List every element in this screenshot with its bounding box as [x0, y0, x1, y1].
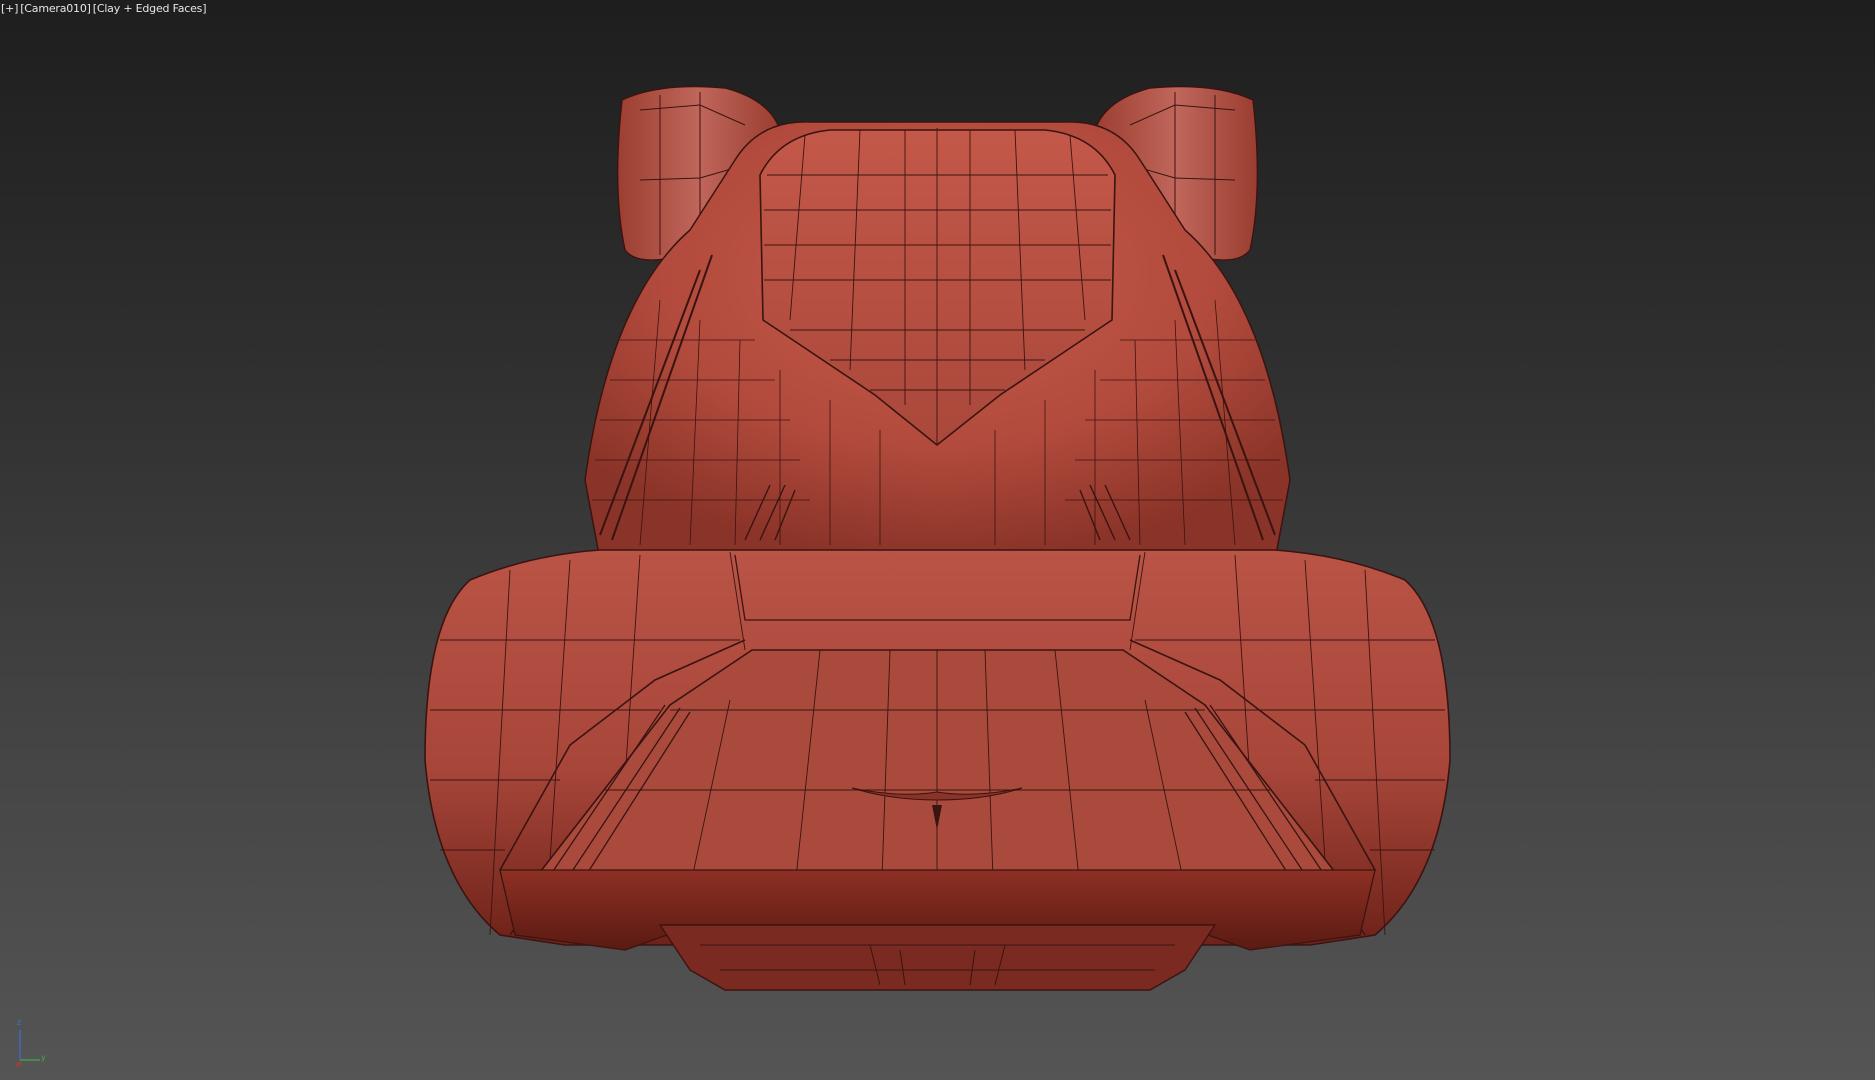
viewport-camera010[interactable]: [+] [Camera010] [Clay + Edged Faces] z y…: [0, 0, 1875, 1080]
axis-gizmo: z y x: [14, 1018, 54, 1069]
axis-y-label: y: [41, 1053, 46, 1062]
car-clay-model[interactable]: [0, 0, 1875, 1080]
axis-x-label: x: [15, 1060, 20, 1069]
axis-z-label: z: [17, 1018, 22, 1027]
front-bumper: [499, 869, 1376, 991]
